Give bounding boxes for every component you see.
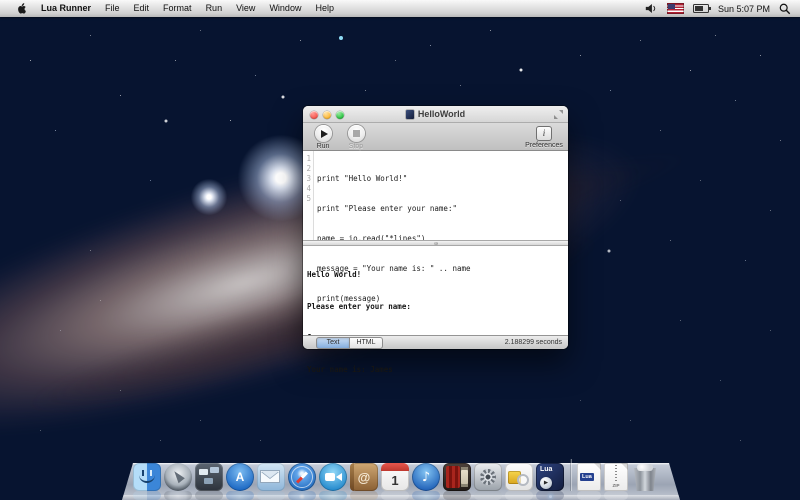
- minimize-button[interactable]: [323, 111, 331, 119]
- code-text[interactable]: print "Hello World!" print "Please enter…: [314, 151, 471, 240]
- menu-bar: Lua Runner File Edit Format Run View Win…: [0, 0, 800, 17]
- line-number-gutter: 1 2 3 4 5: [303, 151, 314, 240]
- info-icon: i: [536, 126, 552, 141]
- run-button[interactable]: Run: [307, 125, 339, 150]
- dock-icon-app-store[interactable]: A: [226, 463, 254, 491]
- pane-splitter[interactable]: [303, 240, 568, 246]
- dock-icon-lua-document[interactable]: Lua: [577, 463, 601, 491]
- input-language-flag-icon[interactable]: [667, 3, 684, 14]
- dock-icon-calendar[interactable]: 1: [381, 463, 409, 491]
- document-proxy-icon[interactable]: [406, 110, 414, 119]
- menu-app-name[interactable]: Lua Runner: [34, 0, 98, 17]
- menu-help[interactable]: Help: [308, 0, 341, 17]
- volume-icon[interactable]: [645, 3, 658, 14]
- play-icon: [315, 125, 332, 142]
- menu-window[interactable]: Window: [262, 0, 308, 17]
- dock: A @ 1 ♪ Lua ▶ Lua ZIP: [0, 448, 800, 500]
- spotlight-icon[interactable]: [779, 3, 791, 15]
- preferences-button[interactable]: i Preferences: [522, 125, 566, 149]
- play-badge-icon: ▶: [540, 477, 552, 489]
- dock-icon-launchpad[interactable]: [164, 463, 192, 491]
- stop-button[interactable]: Stop: [340, 125, 372, 150]
- helloworld-window: HelloWorld Run Stop i Preferences 1 2 3 …: [303, 106, 568, 349]
- menu-format[interactable]: Format: [156, 0, 199, 17]
- apple-menu[interactable]: [9, 2, 34, 15]
- dock-icon-zip-archive[interactable]: ZIP: [604, 463, 628, 491]
- secondary-star-glow: [190, 178, 228, 216]
- stop-icon: [348, 125, 365, 142]
- window-titlebar[interactable]: HelloWorld: [303, 106, 568, 123]
- window-statusbar: Text HTML 2.188299 seconds: [303, 335, 568, 349]
- dock-icon-itunes[interactable]: ♪: [412, 463, 440, 491]
- splitter-dimple-icon: [434, 242, 438, 245]
- dock-icon-trash[interactable]: [631, 463, 659, 491]
- dock-icon-mail[interactable]: [257, 463, 285, 491]
- dock-icon-finder[interactable]: [133, 463, 161, 491]
- dock-icon-mission-control[interactable]: [195, 463, 223, 491]
- window-toolbar: Run Stop i Preferences: [303, 123, 568, 151]
- code-editor[interactable]: 1 2 3 4 5 print "Hello World!" print "Pl…: [303, 151, 568, 240]
- tab-html[interactable]: HTML: [350, 337, 383, 349]
- tab-text[interactable]: Text: [316, 337, 350, 349]
- code-line: print "Please enter your name:": [317, 204, 471, 214]
- fullscreen-icon[interactable]: [554, 110, 563, 119]
- menu-run[interactable]: Run: [199, 0, 230, 17]
- running-indicator: [549, 495, 552, 498]
- dock-separator: [567, 457, 574, 491]
- apple-logo-icon: [16, 2, 27, 15]
- menu-clock[interactable]: Sun 5:07 PM: [718, 4, 770, 14]
- output-line: Your name is: James: [307, 365, 568, 376]
- dock-icon-imovie[interactable]: [443, 463, 471, 491]
- menu-file[interactable]: File: [98, 0, 127, 17]
- dock-icon-facetime[interactable]: [319, 463, 347, 491]
- zoom-button[interactable]: [336, 111, 344, 119]
- close-button[interactable]: [310, 111, 318, 119]
- dock-icon-contacts[interactable]: @: [350, 463, 378, 491]
- dock-icon-archive-utility[interactable]: [505, 463, 533, 491]
- dock-icon-lua-runner[interactable]: Lua ▶: [536, 463, 564, 491]
- window-title: HelloWorld: [406, 109, 465, 119]
- output-mode-segmented-control: Text HTML: [316, 337, 383, 349]
- battery-icon[interactable]: [693, 4, 709, 13]
- dock-icon-safari[interactable]: [288, 463, 316, 491]
- dock-icon-system-preferences[interactable]: [474, 463, 502, 491]
- menu-edit[interactable]: Edit: [127, 0, 157, 17]
- elapsed-time: 2.188299 seconds: [505, 339, 562, 346]
- menu-view[interactable]: View: [229, 0, 262, 17]
- code-line: print "Hello World!": [317, 174, 471, 184]
